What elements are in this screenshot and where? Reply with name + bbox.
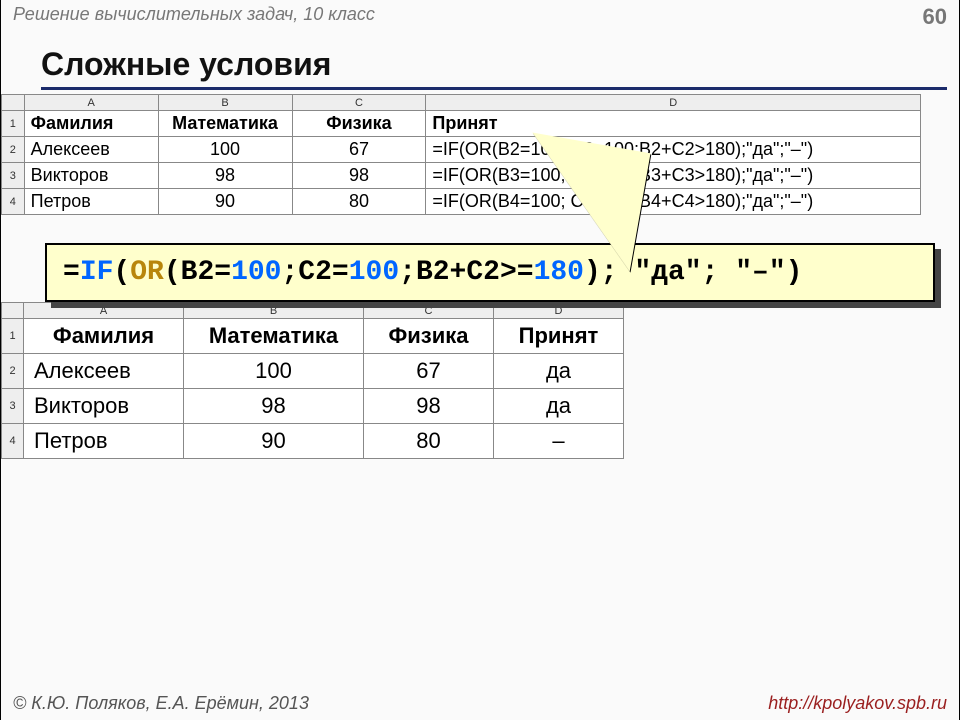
- table-cell: 98: [184, 389, 364, 424]
- col-header: D: [494, 303, 624, 319]
- col-header: B: [184, 303, 364, 319]
- formula-text: =: [63, 257, 80, 288]
- table-cell: Алексеев: [24, 137, 158, 163]
- table-cell: 80: [292, 189, 426, 215]
- spreadsheet-formulas: A B C D 1 Фамилия Математика Физика Прин…: [1, 94, 921, 215]
- table-header-cell: Принят: [426, 111, 921, 137]
- formula-text: (: [164, 257, 181, 288]
- col-header: B: [158, 95, 292, 111]
- table-header-cell: Фамилия: [24, 319, 184, 354]
- table-cell: да: [494, 354, 624, 389]
- table-cell: Петров: [24, 189, 158, 215]
- table-header-cell: Принят: [494, 319, 624, 354]
- formula-number: 100: [349, 257, 399, 288]
- table-header-cell: Математика: [184, 319, 364, 354]
- copyright: © К.Ю. Поляков, Е.А. Ерёмин, 2013: [13, 693, 309, 714]
- page-number: 60: [923, 4, 947, 30]
- course-title: Решение вычислительных задач, 10 класс: [13, 4, 375, 25]
- formula-number: 100: [231, 257, 281, 288]
- slide-title: Сложные условия: [41, 46, 947, 90]
- table-header-cell: Фамилия: [24, 111, 158, 137]
- table-cell: 67: [364, 354, 494, 389]
- formula-or: OR: [130, 257, 164, 288]
- col-header: A: [24, 95, 158, 111]
- col-header: A: [24, 303, 184, 319]
- table-cell: 98: [158, 163, 292, 189]
- table-cell: Викторов: [24, 389, 184, 424]
- formula-text: B2=: [181, 257, 231, 288]
- formula-text: ;C2=: [282, 257, 349, 288]
- table-cell: Викторов: [24, 163, 158, 189]
- row-header: 3: [2, 163, 25, 189]
- table-cell: =IF(OR(B4=100; C4=100;B4+C4>180);"да";"–…: [426, 189, 921, 215]
- table-header-cell: Математика: [158, 111, 292, 137]
- table-cell: Алексеев: [24, 354, 184, 389]
- formula-text: ;B2+C2>=: [399, 257, 533, 288]
- corner-cell: [2, 303, 24, 319]
- row-header: 3: [2, 389, 24, 424]
- col-header: C: [364, 303, 494, 319]
- callout-pointer: [511, 132, 650, 271]
- table-cell: Петров: [24, 424, 184, 459]
- table-cell: 67: [292, 137, 426, 163]
- table-cell: 100: [158, 137, 292, 163]
- row-header: 2: [2, 137, 25, 163]
- table-cell: 80: [364, 424, 494, 459]
- col-header: D: [426, 95, 921, 111]
- table-cell: 98: [292, 163, 426, 189]
- corner-cell: [2, 95, 25, 111]
- col-header: C: [292, 95, 426, 111]
- table-cell: да: [494, 389, 624, 424]
- table-cell: 90: [158, 189, 292, 215]
- table-cell: 100: [184, 354, 364, 389]
- table-header-cell: Физика: [292, 111, 426, 137]
- spreadsheet-results: A B C D 1 Фамилия Математика Физика Прин…: [1, 302, 624, 459]
- footer-url: http://kpolyakov.spb.ru: [768, 693, 947, 714]
- table-header-cell: Физика: [364, 319, 494, 354]
- table-cell: 90: [184, 424, 364, 459]
- formula-text: (: [113, 257, 130, 288]
- row-header: 1: [2, 111, 25, 137]
- formula-callout: =IF(OR(B2=100;C2=100;B2+C2>=180); "да"; …: [45, 243, 935, 302]
- row-header: 4: [2, 424, 24, 459]
- table-cell: =IF(OR(B2=100; C2=100;B2+C2>180);"да";"–…: [426, 137, 921, 163]
- table-cell: 98: [364, 389, 494, 424]
- table-cell: =IF(OR(B3=100; C3=100;B3+C3>180);"да";"–…: [426, 163, 921, 189]
- row-header: 4: [2, 189, 25, 215]
- row-header: 2: [2, 354, 24, 389]
- row-header: 1: [2, 319, 24, 354]
- formula-if: IF: [80, 257, 114, 288]
- table-cell: –: [494, 424, 624, 459]
